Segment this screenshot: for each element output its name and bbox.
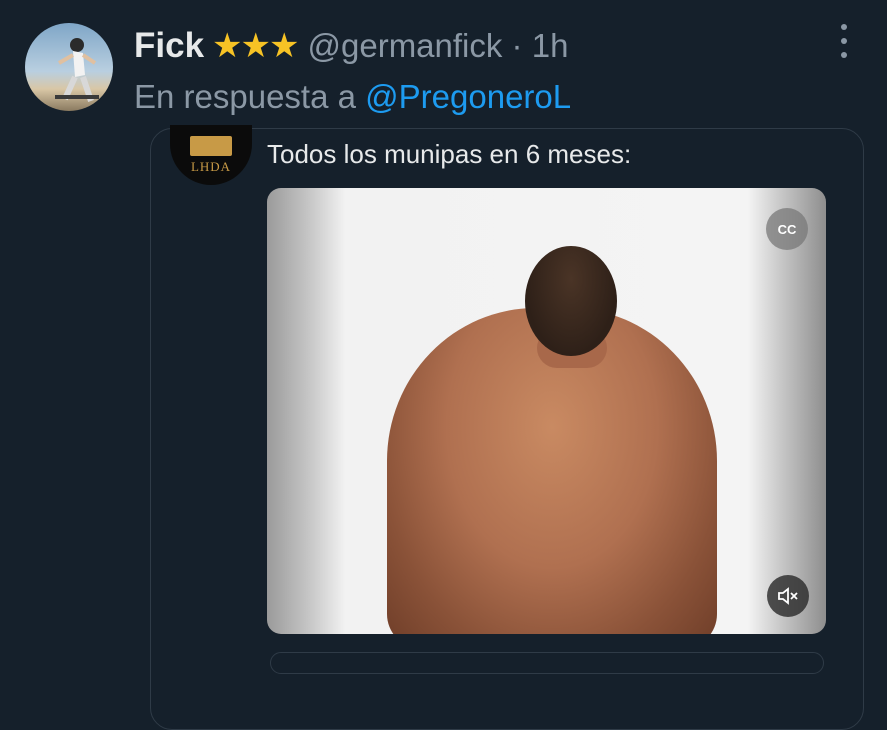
user-avatar[interactable] xyxy=(25,23,113,111)
logo-emblem-icon xyxy=(190,135,232,156)
video-player[interactable] xyxy=(267,188,826,634)
reply-context: En respuesta a @PregoneroL xyxy=(134,78,571,116)
captions-glyph: CC xyxy=(777,221,797,237)
quoted-tweet-text: Todos los munipas en 6 meses: xyxy=(267,139,632,169)
avatar-logo-text: LHDA xyxy=(190,158,232,174)
handle-and-time[interactable]: @germanfick · 1h xyxy=(308,27,569,65)
stars-badge-icon: ★★★ xyxy=(212,27,299,65)
next-card-edge xyxy=(270,652,824,674)
reply-prefix: En respuesta a xyxy=(134,78,356,115)
more-options-icon[interactable] xyxy=(832,24,856,58)
closed-captions-off-icon[interactable]: CC xyxy=(766,208,808,250)
reply-to-link[interactable]: @PregoneroL xyxy=(365,78,571,115)
avatar-figure-icon xyxy=(55,38,99,102)
volume-muted-icon[interactable] xyxy=(767,575,809,617)
tweet-header: Fick ★★★ @germanfick · 1h xyxy=(134,22,568,70)
speaker-muted-icon xyxy=(778,587,798,605)
display-name[interactable]: Fick xyxy=(134,26,204,66)
video-frame-head xyxy=(525,246,617,356)
